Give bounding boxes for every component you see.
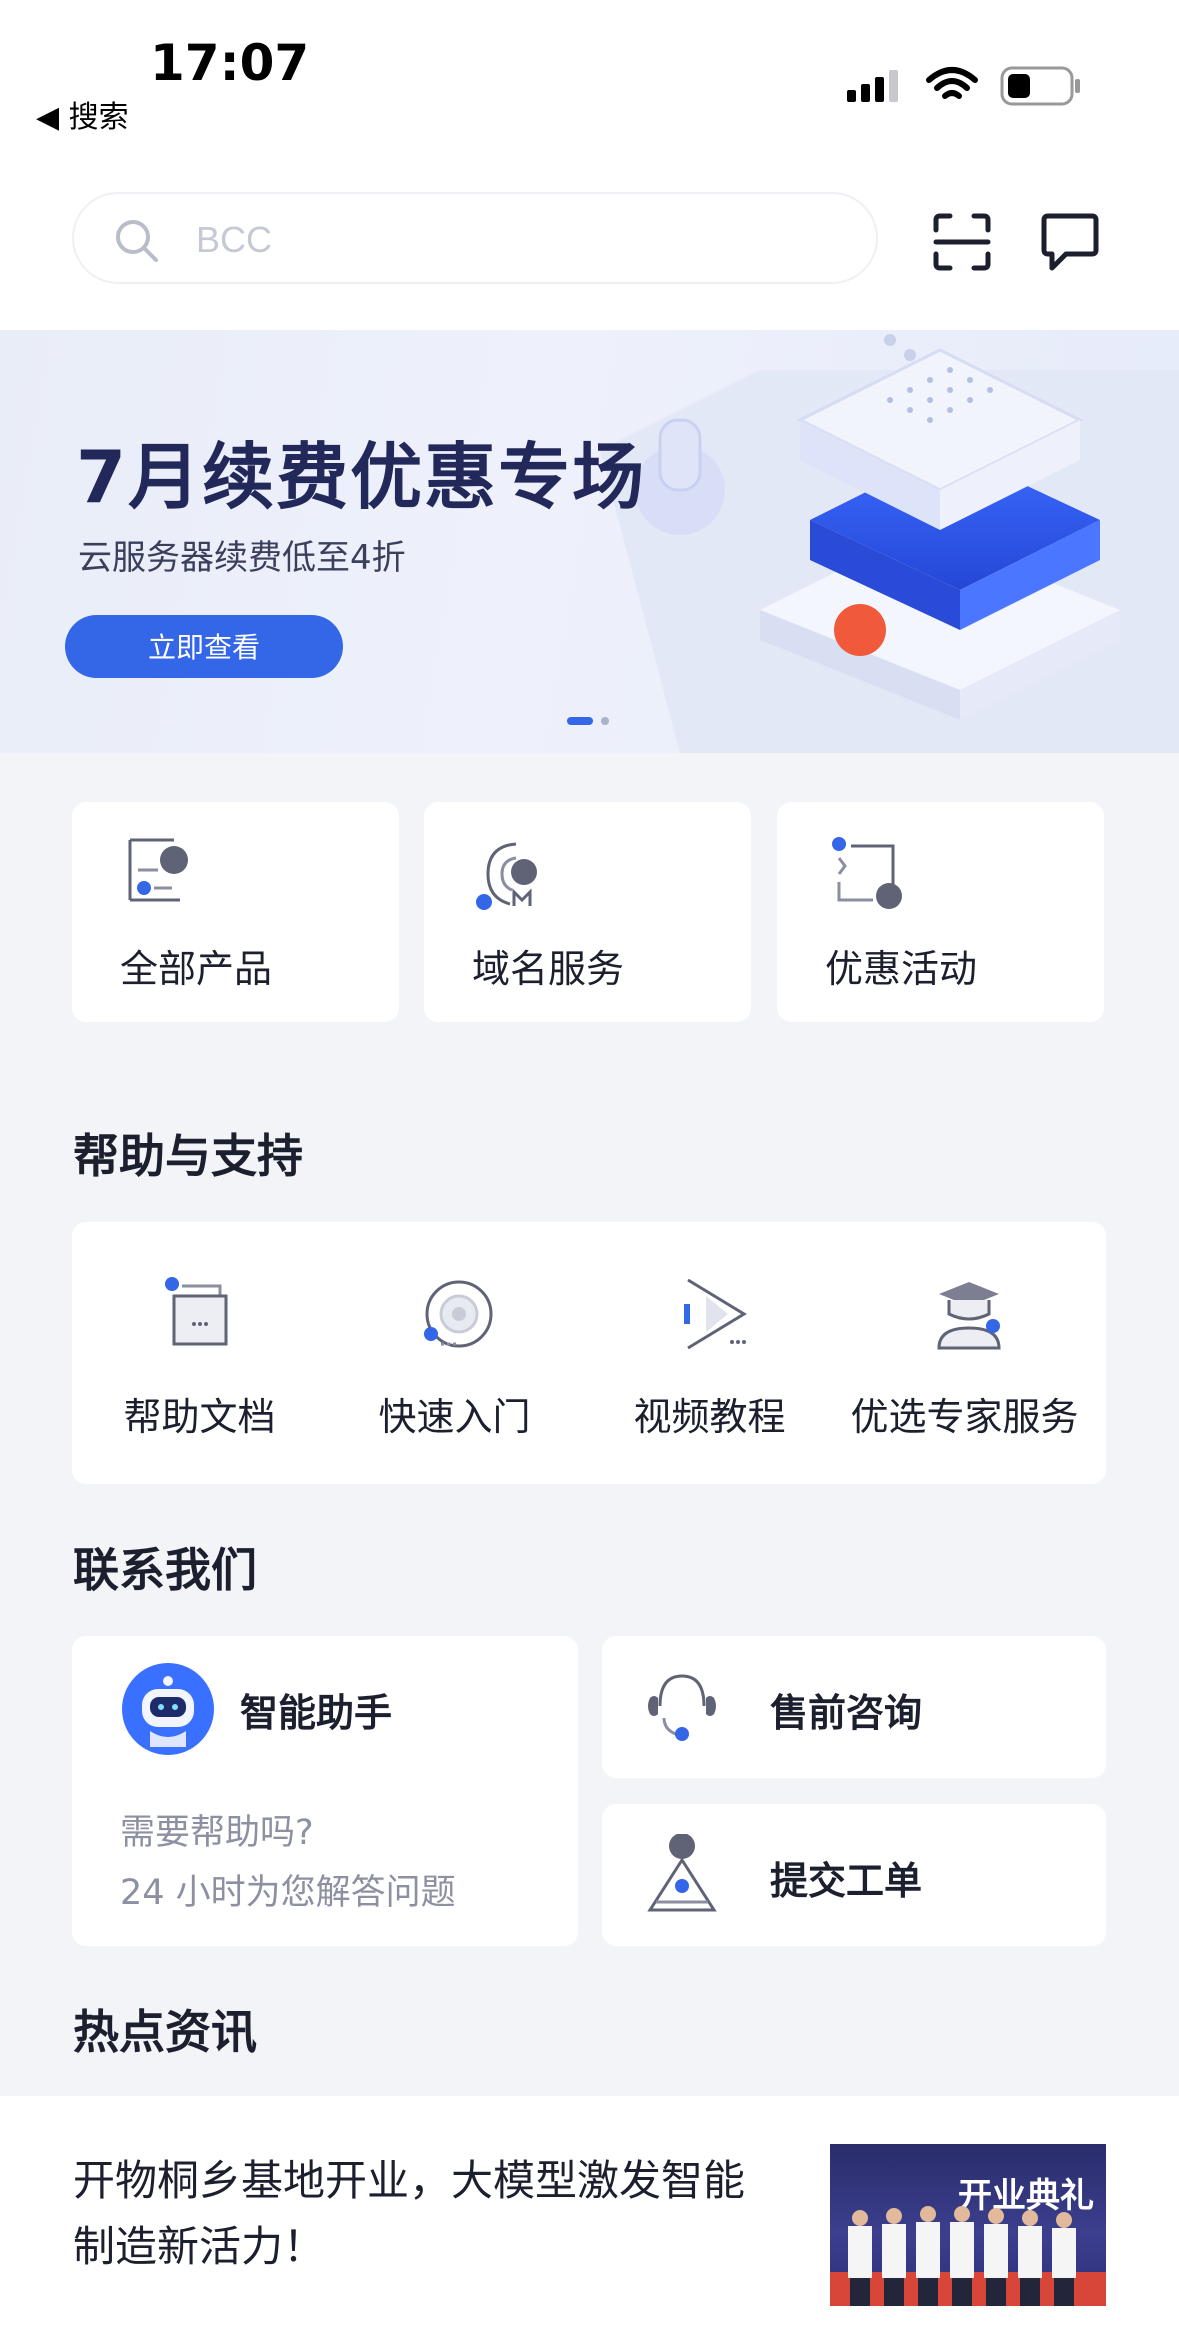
quick-link-label: 全部产品 — [120, 947, 273, 991]
status-bar: 17:07 ◀ 搜索 — [0, 0, 1179, 160]
cellular-signal-icon — [847, 70, 898, 102]
video-icon — [684, 1278, 747, 1350]
all-products-icon — [128, 838, 188, 902]
banner-title: 7月续费优惠专场 — [76, 435, 647, 519]
wifi-icon — [926, 67, 978, 99]
document-icon — [165, 1277, 228, 1346]
help-item-docs[interactable]: 帮助文档 — [72, 1222, 327, 1484]
news-headline[interactable]: 开物桐乡基地开业，大模型激发智能制造新活力！ — [73, 2148, 773, 2280]
ai-assistant-line1: 需要帮助吗? — [120, 1813, 314, 1853]
help-panel: 帮助文档 快速入门 视频教程 优选专家服务 — [72, 1222, 1106, 1484]
help-section-title: 帮助与支持 — [73, 1129, 303, 1183]
help-item-label: 帮助文档 — [123, 1395, 276, 1439]
status-time: 17:07 — [150, 34, 310, 92]
view-now-button[interactable]: 立即查看 — [65, 615, 343, 678]
server-illustration — [600, 334, 1179, 753]
help-item-label: 视频教程 — [633, 1395, 786, 1439]
scan-icon[interactable] — [932, 212, 992, 272]
quick-link-label: 优惠活动 — [825, 947, 978, 991]
domain-icon — [476, 842, 537, 910]
headset-icon — [648, 1674, 716, 1741]
news-section-title: 热点资讯 — [73, 2005, 257, 2059]
quick-link-promo[interactable]: 优惠活动 — [777, 802, 1104, 1022]
quickstart-icon — [424, 1280, 493, 1348]
search-input[interactable] — [194, 212, 798, 268]
banner-subtitle: 云服务器续费低至4折 — [78, 538, 406, 578]
quick-link-label: 域名服务 — [472, 947, 625, 991]
help-item-label: 快速入门 — [378, 1395, 531, 1439]
help-item-label: 优选专家服务 — [850, 1395, 1079, 1439]
carousel-dot — [601, 716, 609, 725]
expert-icon — [937, 1282, 1001, 1350]
search-icon — [116, 220, 158, 262]
message-icon[interactable] — [1040, 212, 1100, 274]
battery-icon — [1000, 66, 1080, 106]
ai-assistant-title: 智能助手 — [240, 1691, 393, 1735]
robot-avatar-icon — [122, 1663, 214, 1755]
help-item-quickstart[interactable]: 快速入门 — [327, 1222, 582, 1484]
help-item-video[interactable]: 视频教程 — [582, 1222, 837, 1484]
group-photo-illustration — [830, 2206, 1106, 2306]
carousel-dot-active — [567, 716, 593, 725]
promo-banner[interactable]: 7月续费优惠专场 云服务器续费低至4折 立即查看 — [0, 330, 1179, 753]
contact-section-title: 联系我们 — [73, 1543, 257, 1597]
submit-ticket-card[interactable]: 提交工单 — [602, 1804, 1106, 1946]
ai-assistant-card[interactable]: 智能助手 需要帮助吗? 24 小时为您解答问题 — [72, 1636, 578, 1946]
quick-link-domain[interactable]: 域名服务 — [424, 802, 751, 1022]
carousel-indicator — [567, 710, 609, 729]
ai-assistant-line2: 24 小时为您解答问题 — [120, 1873, 456, 1913]
search-bar[interactable] — [72, 192, 878, 284]
quick-link-all-products[interactable]: 全部产品 — [72, 802, 399, 1022]
submit-ticket-label: 提交工单 — [770, 1859, 923, 1903]
promo-icon — [832, 837, 902, 909]
presale-consult-label: 售前咨询 — [770, 1691, 923, 1735]
ticket-icon — [647, 1834, 717, 1912]
news-list: 开物桐乡基地开业，大模型激发智能制造新活力！ 开业典礼 — [0, 2096, 1179, 2325]
back-to-search-link[interactable]: ◀ 搜索 — [36, 92, 129, 136]
top-header — [0, 160, 1179, 330]
news-thumbnail[interactable]: 开业典礼 — [830, 2144, 1106, 2306]
presale-consult-card[interactable]: 售前咨询 — [602, 1636, 1106, 1778]
help-item-expert[interactable]: 优选专家服务 — [837, 1222, 1092, 1484]
